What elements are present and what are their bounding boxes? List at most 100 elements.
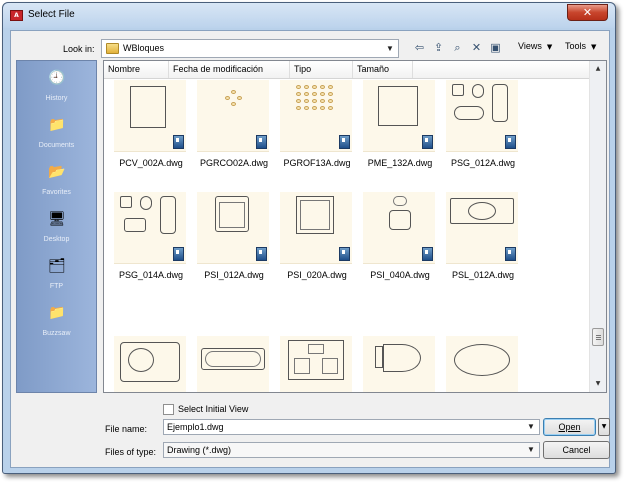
files-of-type-value: Drawing (*.dwg) (167, 445, 232, 455)
dwg-file-icon (339, 247, 350, 261)
file-thumbnail (114, 336, 186, 392)
place-desktop[interactable]: 🖥 Desktop (17, 209, 96, 256)
thumbnail-grid: PCV_002A.dwg PGRCO02A.dwg PGROF13A.dwg P… (104, 80, 590, 392)
place-label: FTP (49, 283, 64, 290)
file-thumbnail (446, 336, 518, 392)
select-initial-view-checkbox[interactable] (163, 404, 174, 415)
look-in-label: Look in: (63, 44, 95, 54)
open-button[interactable]: Open (543, 418, 596, 436)
place-buzzsaw[interactable]: 📁 Buzzsaw (17, 303, 96, 350)
dwg-file-icon (339, 135, 350, 149)
autocad-app-icon: A (10, 10, 23, 21)
file-item[interactable]: PSG_014A.dwg (110, 192, 192, 302)
file-name-label: PSG_012A.dwg (450, 158, 516, 168)
dwg-file-icon (173, 135, 184, 149)
file-thumbnail (280, 80, 352, 152)
file-name-label: PGRCO02A.dwg (199, 158, 269, 168)
back-icon[interactable]: ⇦ (411, 40, 428, 56)
file-name-label: PSG_014A.dwg (118, 270, 184, 280)
folder-icon (106, 43, 119, 54)
dwg-file-icon (256, 135, 267, 149)
file-name-input[interactable]: Ejemplo1.dwg ▼ (163, 419, 540, 435)
open-options-dropdown[interactable]: ▼ (598, 418, 610, 436)
scroll-up-icon[interactable]: ▲ (590, 61, 606, 77)
history-icon: 🕘 (48, 70, 66, 86)
file-item[interactable]: PME_132A.dwg (359, 80, 441, 190)
close-button[interactable]: ✕ (567, 4, 608, 21)
look-in-dropdown[interactable]: WBloques ▼ (101, 39, 399, 58)
file-item[interactable]: PGROF13A.dwg (276, 80, 358, 190)
place-history[interactable]: 🕘 History (17, 68, 96, 115)
file-item[interactable] (110, 336, 192, 392)
dwg-file-icon (505, 247, 516, 261)
file-name-label: PSI_012A.dwg (204, 270, 264, 280)
select-file-dialog: A Select File ✕ Look in: WBloques ▼ ⇦ ⇪ … (2, 2, 616, 474)
up-folder-icon[interactable]: ⇪ (430, 40, 447, 56)
chevron-down-icon[interactable]: ▼ (525, 421, 537, 433)
file-item[interactable] (193, 336, 275, 392)
file-item[interactable]: PGRCO02A.dwg (193, 80, 275, 190)
buzzsaw-icon: 📁 (48, 305, 66, 321)
chevron-down-icon[interactable]: ▼ (525, 444, 537, 456)
chevron-down-icon[interactable]: ▼ (384, 42, 396, 55)
file-name-label: PGROF13A.dwg (283, 158, 351, 168)
column-size[interactable]: Tamaño (353, 61, 413, 78)
cancel-button[interactable]: Cancel (543, 441, 610, 459)
place-documents[interactable]: 📁 Documents (17, 115, 96, 162)
delete-icon[interactable]: ✕ (468, 40, 485, 56)
column-date[interactable]: Fecha de modificación (169, 61, 290, 78)
file-item[interactable]: PSG_012A.dwg (442, 80, 524, 190)
place-label: History (45, 95, 68, 102)
file-thumbnail (446, 192, 518, 264)
open-button-label: Open (558, 422, 581, 432)
file-item[interactable]: PCV_002A.dwg (110, 80, 192, 190)
files-of-type-label: Files of type: (105, 447, 157, 457)
place-ftp[interactable]: 🗂 FTP (17, 256, 96, 303)
search-web-icon[interactable]: ⌕ (449, 40, 466, 56)
file-name-value: Ejemplo1.dwg (167, 422, 224, 432)
dwg-file-icon (256, 247, 267, 261)
file-item[interactable] (442, 336, 524, 392)
file-thumbnail (197, 192, 269, 264)
file-list[interactable]: Nombre Fecha de modificación Tipo Tamaño… (103, 60, 607, 393)
file-thumbnail (197, 336, 269, 392)
file-item[interactable] (276, 336, 358, 392)
file-thumbnail (363, 336, 435, 392)
scroll-thumb[interactable] (592, 328, 604, 346)
file-name-label: File name: (105, 424, 148, 434)
select-initial-view-label: Select Initial View (178, 404, 249, 414)
vertical-scrollbar[interactable]: ▲ ▼ (589, 61, 606, 392)
dialog-body: Look in: WBloques ▼ ⇦ ⇪ ⌕ ✕ ▣ Views ▼ Too… (10, 30, 610, 468)
file-name-label: PSI_040A.dwg (370, 270, 430, 280)
file-item[interactable]: PSI_040A.dwg (359, 192, 441, 302)
column-name[interactable]: Nombre (104, 61, 169, 78)
tools-menu[interactable]: Tools ▼ (565, 41, 596, 51)
new-folder-icon[interactable]: ▣ (487, 40, 504, 56)
file-item[interactable]: PSI_020A.dwg (276, 192, 358, 302)
column-type[interactable]: Tipo (290, 61, 353, 78)
file-thumbnail (114, 80, 186, 152)
dwg-file-icon (422, 247, 433, 261)
file-thumbnail (114, 192, 186, 264)
file-thumbnail (197, 80, 269, 152)
file-item[interactable] (359, 336, 441, 392)
views-chevron-icon: ▼ (546, 43, 553, 51)
file-name-label: PSL_012A.dwg (451, 270, 515, 280)
views-menu[interactable]: Views ▼ (518, 41, 552, 51)
dwg-file-icon (505, 135, 516, 149)
place-label: Favorites (42, 189, 71, 196)
title-bar[interactable]: A Select File ✕ (3, 3, 615, 28)
scroll-down-icon[interactable]: ▼ (590, 376, 606, 392)
documents-icon: 📁 (48, 117, 66, 133)
desktop-icon: 🖥 (48, 211, 66, 227)
place-favorites[interactable]: 📂 Favorites (17, 162, 96, 209)
file-thumbnail (446, 80, 518, 152)
files-of-type-dropdown[interactable]: Drawing (*.dwg) ▼ (163, 442, 540, 458)
file-item[interactable]: PSI_012A.dwg (193, 192, 275, 302)
file-item[interactable]: PSL_012A.dwg (442, 192, 524, 302)
ftp-icon: 🗂 (48, 258, 66, 274)
place-label: Documents (38, 142, 75, 149)
dwg-file-icon (422, 135, 433, 149)
file-thumbnail (280, 192, 352, 264)
column-header: Nombre Fecha de modificación Tipo Tamaño (104, 61, 590, 79)
